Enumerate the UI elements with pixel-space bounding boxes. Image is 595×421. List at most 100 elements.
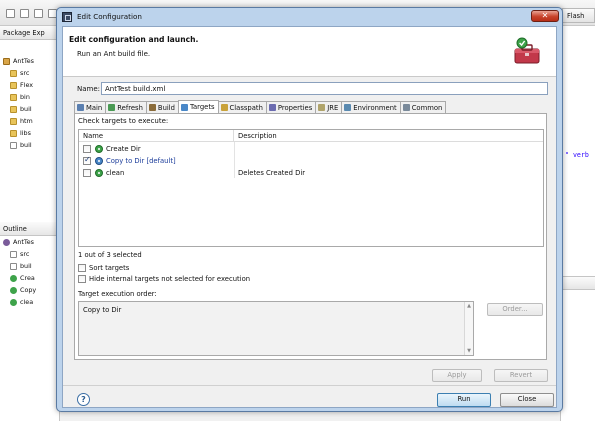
ant-toolbox-icon: [514, 37, 540, 64]
hide-internal-option[interactable]: Hide internal targets not selected for e…: [78, 275, 250, 283]
target-checkbox[interactable]: [83, 145, 91, 153]
hide-internal-checkbox[interactable]: [78, 275, 86, 283]
outline-tree-item[interactable]: src: [10, 249, 29, 259]
sort-targets-option[interactable]: Sort targets: [78, 264, 129, 272]
scroll-down-icon[interactable]: ▼: [466, 348, 472, 354]
tab-jre[interactable]: JRE: [315, 101, 343, 113]
package-tree-item[interactable]: buil: [10, 140, 32, 150]
targets-icon: [180, 103, 188, 111]
target-row[interactable]: clean Deletes Created Dir: [79, 167, 543, 179]
close-button[interactable]: Close: [500, 393, 554, 407]
hide-internal-label: Hide internal targets not selected for e…: [89, 275, 251, 283]
package-tree-item[interactable]: src: [10, 68, 29, 78]
sort-targets-label: Sort targets: [89, 264, 130, 272]
outline-tree-label: AntTes: [13, 238, 35, 246]
edit-configuration-dialog: Edit Configuration ✕ Edit configuration …: [56, 7, 563, 412]
tab-label: Properties: [277, 103, 313, 112]
tab-common[interactable]: Common: [399, 101, 447, 113]
new-icon[interactable]: [6, 9, 15, 18]
outline-tree-item[interactable]: buil: [10, 261, 32, 271]
header-subtitle: Run an Ant build file.: [77, 50, 151, 58]
tab-main[interactable]: Main: [74, 101, 107, 113]
package-tree-label: htm: [20, 117, 33, 125]
target-icon: [10, 274, 17, 282]
file-icon: [10, 141, 17, 149]
sort-targets-checkbox[interactable]: [78, 264, 86, 272]
outline-tree-item[interactable]: AntTes: [3, 237, 34, 247]
package-tree-item[interactable]: htm: [10, 116, 33, 126]
outline-tree-label: buil: [20, 262, 32, 270]
ant-target-icon: [95, 145, 103, 153]
target-checkbox[interactable]: [83, 169, 91, 177]
eclipse-app-icon: [62, 12, 72, 22]
column-header-name[interactable]: Name: [79, 130, 234, 142]
order-button[interactable]: Order...: [487, 303, 543, 316]
print-icon[interactable]: [34, 9, 43, 18]
package-tree-item[interactable]: bin: [10, 92, 30, 102]
ant-target-icon: [95, 157, 103, 165]
tab-environment[interactable]: Environment: [341, 101, 401, 113]
target-row[interactable]: Copy to Dir [default]: [79, 155, 543, 167]
target-name: clean: [106, 169, 125, 177]
dialog-title: Edit Configuration: [77, 12, 142, 21]
classpath-icon: [220, 104, 228, 111]
package-tree-label: src: [20, 69, 30, 77]
folder-icon: [10, 93, 17, 101]
perspective-tab-flash[interactable]: Flash: [562, 8, 595, 23]
order-list-item[interactable]: Copy to Dir: [83, 306, 121, 314]
package-tree-item[interactable]: AntTes: [3, 56, 34, 66]
package-tree-label: buil: [20, 105, 32, 113]
outline-tree-item[interactable]: Copy: [10, 285, 36, 295]
configuration-name-input[interactable]: AntTest build.xml: [101, 82, 548, 95]
folder-icon: [10, 117, 17, 125]
outline-tree-item[interactable]: Crea: [10, 273, 35, 283]
package-tree-label: bin: [20, 93, 30, 101]
dialog-header: Edit configuration and launch. Run an An…: [63, 27, 556, 77]
apply-button[interactable]: Apply: [432, 369, 482, 382]
help-icon[interactable]: ?: [77, 393, 90, 406]
window-close-button[interactable]: ✕: [531, 10, 559, 22]
save-icon[interactable]: [20, 9, 29, 18]
project-icon: [3, 57, 10, 65]
tab-label: Build: [157, 103, 175, 112]
order-list-scrollbar[interactable]: ▲ ▼: [464, 302, 473, 355]
targets-panel: Check targets to execute: Name Descripti…: [74, 113, 547, 360]
tab-targets[interactable]: Targets: [177, 100, 219, 113]
outline-tree-item[interactable]: clea: [10, 297, 33, 307]
tab-classpath[interactable]: Classpath: [217, 101, 267, 113]
package-tree-item[interactable]: buil: [10, 104, 32, 114]
package-tree-item[interactable]: Flex: [10, 80, 33, 90]
refresh-icon: [108, 104, 116, 111]
ant-icon: [3, 238, 10, 246]
selection-count: 1 out of 3 selected: [78, 251, 142, 259]
dialog-client-area: Edit configuration and launch. Run an An…: [62, 26, 557, 408]
dialog-titlebar: Edit Configuration ✕: [57, 8, 562, 26]
main-icon: [77, 104, 84, 111]
build-icon: [148, 104, 156, 111]
target-row[interactable]: Create Dir: [79, 143, 543, 155]
check-targets-label: Check targets to execute:: [78, 117, 169, 125]
column-header-description[interactable]: Description: [234, 130, 543, 142]
tab-build[interactable]: Build: [145, 101, 179, 113]
common-icon: [402, 104, 410, 111]
execution-order-label: Target execution order:: [78, 290, 157, 298]
tab-label: Targets: [189, 103, 215, 111]
tab-refresh[interactable]: Refresh: [105, 101, 147, 113]
tab-properties[interactable]: Properties: [265, 101, 317, 113]
tab-label: Environment: [353, 103, 397, 112]
run-button[interactable]: Run: [437, 393, 491, 407]
package-tree-item[interactable]: libs: [10, 128, 31, 138]
name-label: Name:: [77, 85, 101, 93]
package-tree-label: buil: [20, 141, 32, 149]
outline-tree-label: clea: [20, 298, 34, 306]
package-explorer-tab[interactable]: Package Exp: [0, 26, 60, 40]
ant-target-icon: [95, 169, 103, 177]
left-views: Package Exp AntTes src Flex bin buil htm libs b…: [0, 26, 60, 421]
target-name: Create Dir: [106, 145, 141, 153]
targets-table: Name Description Create Dir Copy to Dir […: [78, 129, 544, 247]
target-checkbox[interactable]: [83, 155, 91, 165]
revert-button[interactable]: Revert: [494, 369, 548, 382]
outline-tab[interactable]: Outline: [0, 222, 60, 236]
scroll-up-icon[interactable]: ▲: [466, 303, 472, 309]
package-tree-label: libs: [20, 129, 31, 137]
